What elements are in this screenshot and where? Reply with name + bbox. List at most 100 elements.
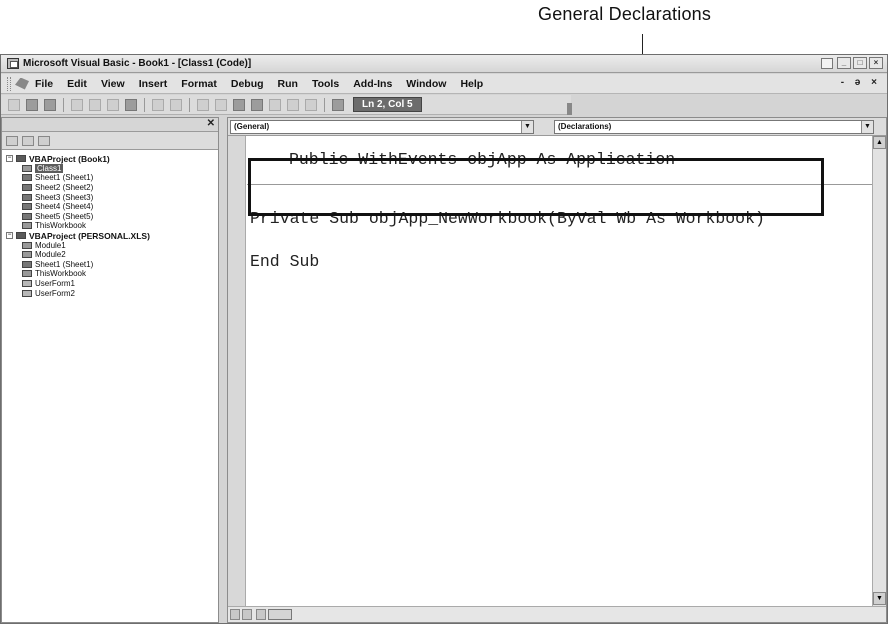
worksheet-icon — [22, 184, 32, 192]
break-icon[interactable] — [215, 98, 227, 111]
procedure-view-icon[interactable] — [230, 609, 240, 620]
insert-userform-icon[interactable] — [26, 98, 38, 111]
tree-item-label: ThisWorkbook — [35, 269, 86, 279]
undo-icon[interactable] — [152, 98, 164, 111]
find-icon[interactable] — [125, 98, 137, 111]
object-combo[interactable]: (General) ▼ — [230, 120, 534, 134]
tree-item-sheet1-personal[interactable]: Sheet1 (Sheet1) — [6, 260, 218, 270]
scroll-up-icon[interactable]: ▲ — [873, 136, 886, 149]
tree-item-vbaproject-book1[interactable]: − VBAProject (Book1) — [6, 154, 218, 164]
close-button[interactable]: × — [869, 57, 883, 69]
paste-icon[interactable] — [107, 98, 119, 111]
tree-item-label: ThisWorkbook — [35, 221, 86, 231]
properties-icon[interactable] — [287, 98, 299, 111]
collapse-icon[interactable]: − — [6, 232, 13, 240]
project-tree: − VBAProject (Book1) Class1 Sheet1 (Shee… — [2, 150, 218, 298]
dropdown-arrow-icon[interactable]: ▼ — [521, 121, 533, 133]
object-browser-icon[interactable] — [305, 98, 317, 111]
view-code-icon[interactable] — [6, 135, 18, 146]
menu-view[interactable]: View — [101, 78, 125, 90]
tree-item-class1[interactable]: Class1 — [6, 163, 218, 174]
run-icon[interactable] — [197, 98, 209, 111]
worksheet-icon — [22, 193, 32, 201]
scroll-down-icon[interactable]: ▼ — [873, 592, 886, 605]
design-mode-icon[interactable] — [251, 98, 263, 111]
minimize-button[interactable]: _ — [837, 57, 851, 69]
tree-item-label: UserForm1 — [35, 279, 76, 289]
menu-insert[interactable]: Insert — [139, 78, 168, 90]
tree-item-sheet2[interactable]: Sheet2 (Sheet2) — [6, 183, 218, 193]
cut-icon[interactable] — [71, 98, 83, 111]
tree-item-userform2[interactable]: UserForm2 — [6, 288, 218, 298]
procedure-combo[interactable]: (Declarations) ▼ — [554, 120, 874, 134]
vba-project-icon — [16, 232, 26, 240]
tree-item-label: VBAProject (Book1) — [29, 153, 110, 164]
scroll-thumb[interactable] — [268, 609, 292, 620]
redo-icon[interactable] — [170, 98, 182, 111]
cursor-position: Ln 2, Col 5 — [353, 97, 422, 112]
tree-item-sheet5[interactable]: Sheet5 (Sheet5) — [6, 212, 218, 222]
tree-item-label: VBAProject (PERSONAL.XLS) — [29, 230, 150, 241]
project-explorer-icon[interactable] — [269, 98, 281, 111]
menu-file[interactable]: File — [35, 78, 53, 90]
tree-item-thisworkbook-personal[interactable]: ThisWorkbook — [6, 269, 218, 279]
close-pane-icon[interactable]: ✕ — [207, 118, 215, 129]
userform-icon — [22, 289, 32, 297]
userform-icon — [22, 280, 32, 288]
view-object-icon[interactable] — [22, 135, 34, 146]
scroll-left-icon[interactable] — [256, 609, 266, 620]
tree-item-sheet4[interactable]: Sheet4 (Sheet4) — [6, 202, 218, 212]
toolbar-separator — [144, 97, 145, 112]
project-explorer-toolbar — [2, 132, 218, 150]
min-icon[interactable] — [821, 58, 833, 69]
full-module-view-icon[interactable] — [242, 609, 252, 620]
menu-run[interactable]: Run — [278, 78, 298, 90]
tree-item-label: Sheet5 (Sheet5) — [35, 211, 94, 221]
menu-grip-icon — [7, 76, 11, 91]
module-icon — [22, 241, 32, 249]
menu-tools[interactable]: Tools — [312, 78, 339, 90]
worksheet-icon — [22, 203, 32, 211]
tree-item-thisworkbook[interactable]: ThisWorkbook — [6, 221, 218, 231]
menu-addins[interactable]: Add-Ins — [353, 78, 392, 90]
menu-format[interactable]: Format — [181, 78, 217, 90]
mdi-window-controls[interactable]: - ə × — [841, 77, 881, 88]
save-icon[interactable] — [44, 98, 56, 111]
worksheet-icon — [22, 174, 32, 182]
title-bar: Microsoft Visual Basic - Book1 - [Class1… — [1, 55, 887, 73]
tree-item-module1[interactable]: Module1 — [6, 240, 218, 250]
tree-item-sheet3[interactable]: Sheet3 (Sheet3) — [6, 192, 218, 202]
maximize-button[interactable]: □ — [853, 57, 867, 69]
toolbar-overflow-icon[interactable] — [567, 103, 572, 115]
window-title: Microsoft Visual Basic - Book1 - [Class1… — [23, 58, 252, 69]
menu-edit[interactable]: Edit — [67, 78, 87, 90]
dropdown-arrow-icon[interactable]: ▼ — [861, 121, 873, 133]
reset-icon[interactable] — [233, 98, 245, 111]
tree-item-label: Module1 — [35, 240, 66, 250]
excel-icon[interactable] — [15, 77, 29, 90]
project-explorer-header: ✕ — [2, 118, 218, 132]
copy-icon[interactable] — [89, 98, 101, 111]
tree-item-label: Module2 — [35, 250, 66, 260]
menu-help[interactable]: Help — [460, 78, 483, 90]
tree-item-vbaproject-personal[interactable]: − VBAProject (PERSONAL.XLS) — [6, 231, 218, 241]
tree-item-userform1[interactable]: UserForm1 — [6, 279, 218, 289]
help-icon[interactable] — [332, 98, 344, 111]
toggle-folders-icon[interactable] — [38, 135, 50, 146]
tree-item-module2[interactable]: Module2 — [6, 250, 218, 260]
workbook-icon — [22, 222, 32, 230]
code-combos: (General) ▼ (Declarations) ▼ — [228, 118, 886, 136]
margin-indicator-bar[interactable] — [228, 136, 246, 606]
tree-item-label: Sheet4 (Sheet4) — [35, 202, 94, 212]
tree-item-sheet1[interactable]: Sheet1 (Sheet1) — [6, 173, 218, 183]
vertical-scrollbar[interactable]: ▲ ▼ — [872, 136, 886, 606]
collapse-icon[interactable]: − — [6, 155, 13, 163]
view-excel-icon[interactable] — [8, 98, 20, 111]
horizontal-scrollbar[interactable] — [228, 606, 886, 622]
workbook-icon — [22, 270, 32, 278]
menu-window[interactable]: Window — [406, 78, 446, 90]
tree-item-label: Sheet2 (Sheet2) — [35, 183, 94, 193]
menu-debug[interactable]: Debug — [231, 78, 264, 90]
code-line-end-sub[interactable]: End Sub — [250, 252, 319, 271]
toolbar-separator — [189, 97, 190, 112]
